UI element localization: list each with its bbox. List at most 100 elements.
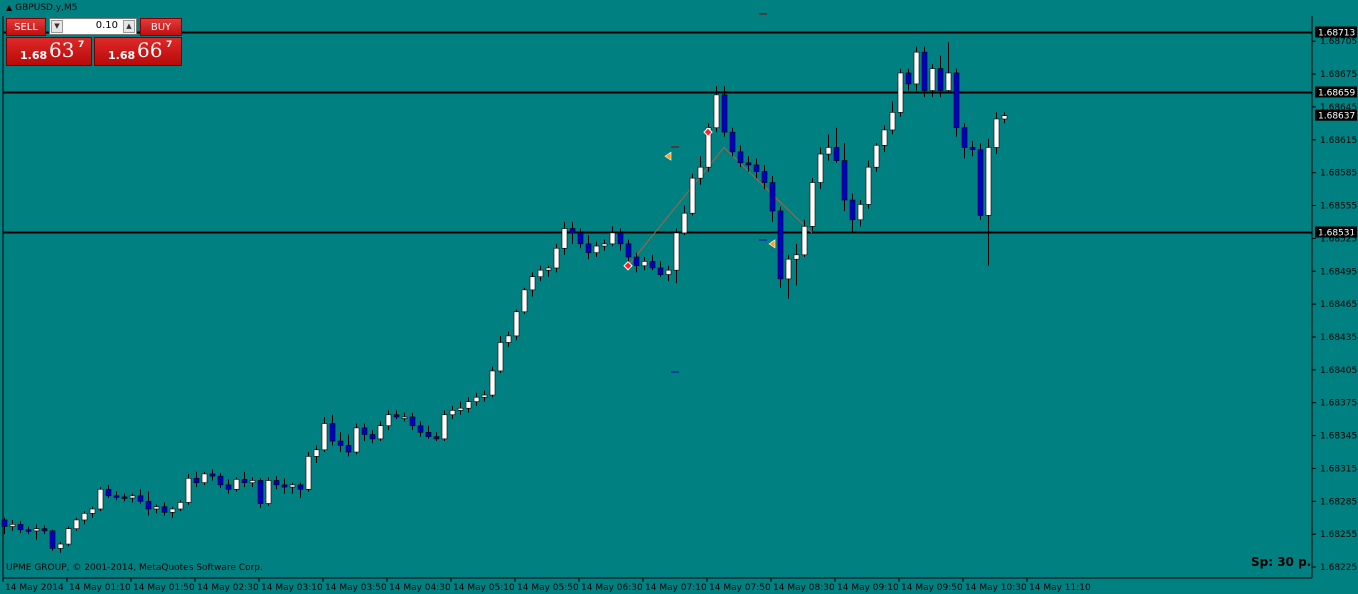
bear-candle-body [145,501,152,510]
y-tick-label: 1.68675 [1320,70,1357,80]
sell-price-big: 63 [49,38,75,62]
x-tick-label: 14 May 03:10 [261,583,323,593]
bull-candle-body [505,335,512,343]
bull-candle-body [601,243,608,247]
x-tick-label: 14 May 09:10 [837,583,899,593]
bear-candle-body [281,484,288,488]
bear-candle-body [585,243,592,253]
lot-decrease-icon[interactable]: ▼ [51,20,63,33]
lot-increase-icon[interactable]: ▲ [123,20,135,33]
bear-candle-body [841,160,848,201]
bear-candle-body [1,519,8,527]
lot-size-input[interactable]: ▼ 0.10 ▲ [49,18,137,35]
y-tick-label: 1.68585 [1320,169,1357,179]
bull-candle-body [377,425,384,440]
collapse-triangle-icon[interactable]: ▲ [6,3,12,12]
bull-candle-body [473,396,480,402]
bear-candle-body [649,261,656,269]
bear-candle-body [905,72,912,85]
bear-candle-body [113,495,120,498]
chart-title: ▲ GBPUSD.y,M5 [6,3,78,13]
bull-candle-body [713,94,720,129]
copyright-text: UPME GROUP, © 2001-2014, MetaQuotes Soft… [6,563,263,573]
price-chart[interactable]: 1.687131.686591.685311.68637 1.687051.68… [0,0,1358,594]
bull-candle-body [33,528,40,532]
candle [201,471,208,485]
candle [441,410,448,442]
bull-candle-body [1001,115,1008,120]
sell-price-box[interactable]: 1.68 63 7 [6,37,92,66]
candle [97,487,104,512]
bull-candle-body [9,524,16,527]
bear-candle-body [257,480,264,504]
bear-candle-body [273,480,280,486]
bear-candle-body [297,484,304,490]
bull-candle-body [857,204,864,221]
x-tick-label: 14 May 2014 [5,583,64,593]
candle [953,68,960,137]
bull-candle-body [185,478,192,503]
bear-candle-body [633,256,640,267]
bull-candle-body [865,166,872,205]
bull-candle-body [945,72,952,91]
bull-candle-body [177,502,184,510]
bull-candle-body [537,269,544,278]
bear-candle-body [961,127,968,148]
y-tick-label: 1.68315 [1320,464,1357,474]
x-tick-label: 14 May 09:50 [901,583,963,593]
bull-candle-body [321,423,328,451]
bull-candle-body [65,528,72,545]
bull-candle-body [401,416,408,419]
bull-candle-body [825,147,832,155]
y-tick-label: 1.68525 [1320,234,1357,244]
bull-candle-body [169,508,176,513]
bull-candle-body [249,480,256,483]
bull-candle-body [817,153,824,183]
buy-price-big: 66 [137,38,163,62]
bear-candle-body [769,182,776,212]
y-tick-label: 1.68345 [1320,432,1357,442]
bear-candle-body [241,479,248,483]
bull-candle-body [593,245,600,253]
x-tick-label: 14 May 05:10 [453,583,515,593]
bear-candle-body [369,434,376,440]
bull-candle-body [465,401,472,409]
candle [913,46,920,91]
y-tick-label: 1.68405 [1320,366,1357,376]
chart-window[interactable]: 1.68713 1.68659 1.68531 1.68637 1.68705 1.68… [0,0,1358,594]
buy-price-box[interactable]: 1.68 66 7 [94,37,182,66]
bear-candle-body [617,232,624,245]
buy-button[interactable]: BUY [140,18,182,36]
bear-candle-body [977,149,984,216]
candle [65,526,72,547]
sell-price-prefix: 1.68 [20,49,48,62]
bear-candle-body [137,495,144,502]
bear-candle-body [41,528,48,532]
bull-candle-body [561,228,568,249]
bear-candle-body [121,496,128,499]
y-tick-label: 1.68615 [1320,136,1357,146]
bear-candle-body [729,131,736,153]
bull-candle-body [793,254,800,260]
sell-button[interactable]: SELL [6,18,46,36]
y-tick-label: 1.68495 [1320,267,1357,277]
symbol-title: GBPUSD.y,M5 [15,3,78,13]
bull-candle-body [129,495,136,499]
y-tick-label: 1.68465 [1320,300,1357,310]
buy-price-sup: 7 [166,40,173,50]
bull-candle-body [313,449,320,457]
candle [897,68,904,117]
y-tick-label: 1.68255 [1320,530,1357,540]
lot-size-value: 0.10 [95,20,118,31]
bear-candle-body [17,524,24,531]
bull-candle-body [73,519,80,530]
x-tick-label: 14 May 05:50 [517,583,579,593]
y-tick-label: 1.68225 [1320,563,1357,573]
buy-price-prefix: 1.68 [108,49,136,62]
bull-candle-body [521,289,528,313]
bear-candle-body [657,267,664,275]
bull-candle-body [449,410,456,416]
x-tick-label: 14 May 07:10 [645,583,707,593]
bull-candle-body [385,414,392,427]
bear-candle-body [433,436,440,440]
